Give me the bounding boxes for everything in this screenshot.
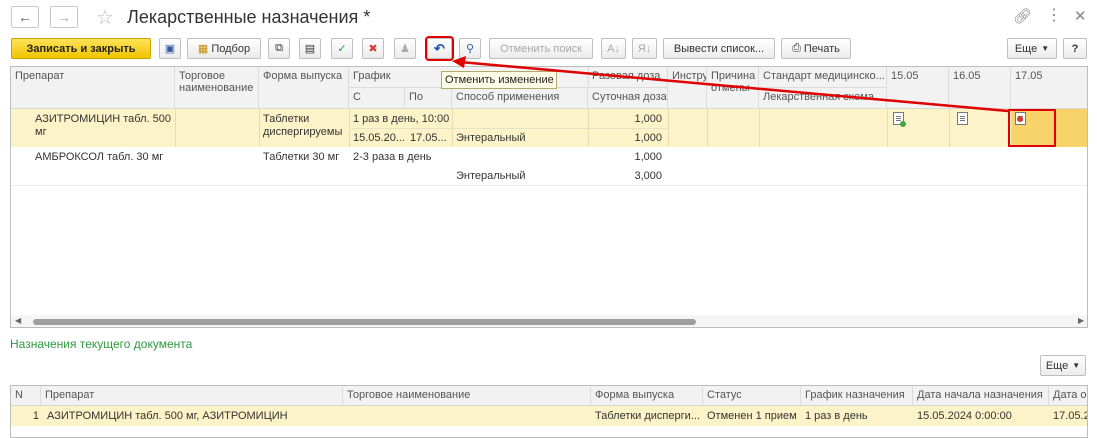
col2-n[interactable]: N — [11, 386, 41, 406]
col2-form[interactable]: Форма выпуска — [591, 386, 703, 406]
cell2-start-date: 15.05.2024 0:00:00 — [917, 410, 1012, 422]
current-prescriptions-table[interactable]: N Препарат Торговое наименование Форма в… — [10, 385, 1088, 438]
section-more-button[interactable]: Еще ▼ — [1040, 355, 1086, 376]
col2-preparat[interactable]: Препарат — [41, 386, 343, 406]
table-row[interactable]: 1 АЗИТРОМИЦИН табл. 500 мг, АЗИТРОМИЦИН … — [11, 406, 1088, 426]
annotation-arrow — [452, 56, 1009, 113]
cell2-status: Отменен 1 прием — [707, 410, 797, 422]
highlight-box — [1008, 109, 1056, 147]
cell2-form: Таблетки дисперги... — [595, 410, 700, 422]
section-more-label: Еще — [1045, 359, 1069, 372]
section-title: Назначения текущего документа — [10, 337, 193, 351]
col2-trade-name[interactable]: Торговое наименование — [343, 386, 591, 406]
col2-start-date[interactable]: Дата начала назначения — [913, 386, 1049, 406]
col2-schedule[interactable]: График назначения — [801, 386, 913, 406]
col2-status[interactable]: Статус — [703, 386, 801, 406]
chevron-down-icon: ▼ — [1072, 361, 1081, 370]
cell2-date2: 17.05.2 — [1053, 410, 1088, 422]
cell2-schedule: 1 раз в день — [805, 410, 868, 422]
col2-date2[interactable]: Дата о — [1049, 386, 1087, 406]
cell2-n: 1 — [32, 410, 39, 422]
table2-header: N Препарат Торговое наименование Форма в… — [11, 386, 1087, 406]
cell2-preparat: АЗИТРОМИЦИН табл. 500 мг, АЗИТРОМИЦИН — [47, 410, 288, 422]
